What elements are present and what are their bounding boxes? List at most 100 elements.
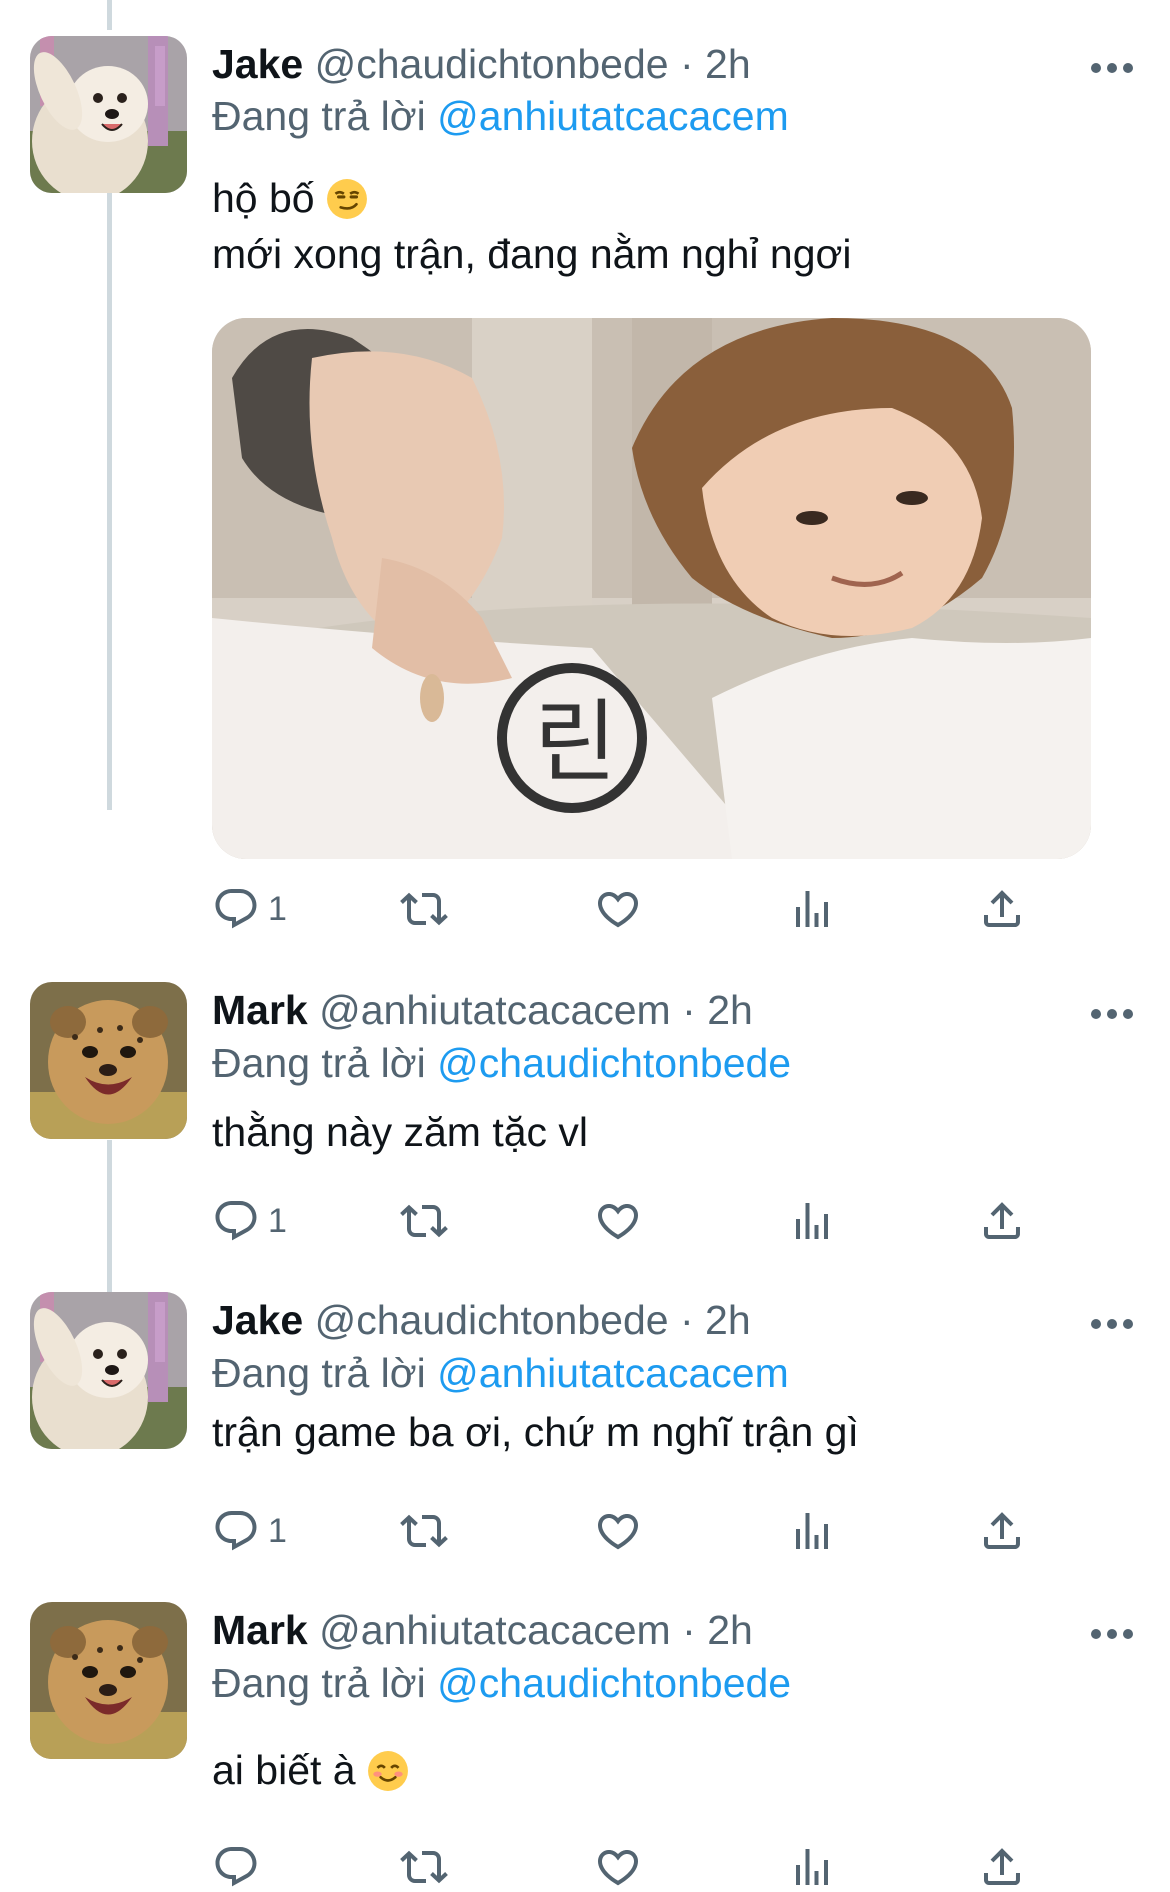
views-icon <box>788 1507 836 1555</box>
reply-target-link[interactable]: @chaudichtonbede <box>437 1040 791 1086</box>
views-icon <box>788 1843 836 1891</box>
shirt-print-text: 린 <box>534 690 617 795</box>
tweet-text: ai biết à <box>212 1742 409 1798</box>
timestamp[interactable]: 2h <box>707 1607 753 1653</box>
tweet-text: trận game ba ơi, chứ m nghĩ trận gì <box>212 1404 859 1460</box>
reply-button[interactable]: 1 <box>212 1506 287 1556</box>
tweet-header: Mark @anhiutatcacacem · 2h <box>212 984 753 1036</box>
share-button[interactable] <box>978 1506 1026 1556</box>
handle[interactable]: @chaudichtonbede <box>315 1297 669 1343</box>
reply-icon <box>212 1197 260 1245</box>
reply-prefix: Đang trả lời <box>212 1040 426 1086</box>
tweet-text-line: trận game ba ơi, chứ m nghĩ trận gì <box>212 1409 859 1455</box>
smiling-face-emoji-icon <box>367 1750 409 1792</box>
reply-prefix: Đang trả lời <box>212 93 426 139</box>
share-button[interactable] <box>978 884 1026 934</box>
reply-target-link[interactable]: @chaudichtonbede <box>437 1660 791 1706</box>
photo-two-people-resting: 린 <box>212 318 1091 859</box>
reply-count: 1 <box>268 1201 287 1240</box>
samoyed-dog-avatar <box>30 36 187 193</box>
timestamp[interactable]: 2h <box>705 41 751 87</box>
views-button[interactable] <box>788 1196 836 1246</box>
reply-icon <box>212 885 260 933</box>
action-bar: 1 <box>212 1196 1042 1246</box>
separator: · <box>682 1607 696 1653</box>
avatar[interactable] <box>30 1292 187 1449</box>
tweet[interactable]: Mark @anhiutatcacacem · 2h Đang trả lời … <box>0 1580 1170 1890</box>
like-icon <box>594 1197 642 1245</box>
cheetah-cub-avatar <box>30 1602 187 1759</box>
display-name[interactable]: Mark <box>212 1607 308 1653</box>
reply-count: 1 <box>268 889 287 928</box>
reply-context: Đang trả lời @anhiutatcacacem <box>212 1347 789 1399</box>
reply-context: Đang trả lời @chaudichtonbede <box>212 1657 791 1709</box>
reply-button[interactable] <box>212 1842 268 1892</box>
display-name[interactable]: Jake <box>212 1297 303 1343</box>
tweet-header: Jake @chaudichtonbede · 2h <box>212 38 751 90</box>
timestamp[interactable]: 2h <box>705 1297 751 1343</box>
retweet-button[interactable] <box>400 884 448 934</box>
reply-icon <box>212 1843 260 1891</box>
reply-target-link[interactable]: @anhiutatcacacem <box>437 93 789 139</box>
like-button[interactable] <box>594 1196 642 1246</box>
like-icon <box>594 1507 642 1555</box>
avatar[interactable] <box>30 1602 187 1759</box>
share-icon <box>978 885 1026 933</box>
handle[interactable]: @chaudichtonbede <box>315 41 669 87</box>
action-bar: 1 <box>212 884 1042 934</box>
retweet-button[interactable] <box>400 1196 448 1246</box>
tweet-text-line: mới xong trận, đang nằm nghỉ ngơi <box>212 231 852 277</box>
retweet-icon <box>400 1507 448 1555</box>
share-button[interactable] <box>978 1196 1026 1246</box>
more-options-icon[interactable] <box>1090 1314 1134 1334</box>
share-icon <box>978 1197 1026 1245</box>
retweet-icon <box>400 885 448 933</box>
share-icon <box>978 1507 1026 1555</box>
reply-prefix: Đang trả lời <box>212 1350 426 1396</box>
tweet-header: Mark @anhiutatcacacem · 2h <box>212 1604 753 1656</box>
tweet[interactable]: Jake @chaudichtonbede · 2h Đang trả lời … <box>0 1270 1170 1580</box>
like-button[interactable] <box>594 1842 642 1892</box>
separator: · <box>682 987 696 1033</box>
views-button[interactable] <box>788 884 836 934</box>
avatar[interactable] <box>30 982 187 1139</box>
retweet-button[interactable] <box>400 1842 448 1892</box>
reply-context: Đang trả lời @chaudichtonbede <box>212 1037 791 1089</box>
tweet-text-line: hộ bố <box>212 175 315 221</box>
more-options-icon[interactable] <box>1090 1004 1134 1024</box>
action-bar: 1 <box>212 1506 1042 1556</box>
smirking-face-emoji-icon <box>326 178 368 220</box>
handle[interactable]: @anhiutatcacacem <box>319 1607 671 1653</box>
display-name[interactable]: Mark <box>212 987 308 1033</box>
cheetah-cub-avatar <box>30 982 187 1139</box>
more-options-icon[interactable] <box>1090 1624 1134 1644</box>
reply-icon <box>212 1507 260 1555</box>
like-icon <box>594 1843 642 1891</box>
views-button[interactable] <box>788 1506 836 1556</box>
tweet-header: Jake @chaudichtonbede · 2h <box>212 1294 751 1346</box>
action-bar <box>212 1842 1042 1892</box>
views-button[interactable] <box>788 1842 836 1892</box>
tweet[interactable]: Jake @chaudichtonbede · 2h Đang trả lời … <box>0 0 1170 960</box>
share-button[interactable] <box>978 1842 1026 1892</box>
tweet[interactable]: Mark @anhiutatcacacem · 2h Đang trả lời … <box>0 960 1170 1270</box>
tweet-text: thằng này zăm tặc vl <box>212 1104 588 1160</box>
like-button[interactable] <box>594 1506 642 1556</box>
views-icon <box>788 1197 836 1245</box>
display-name[interactable]: Jake <box>212 41 303 87</box>
handle[interactable]: @anhiutatcacacem <box>319 987 671 1033</box>
reply-button[interactable]: 1 <box>212 1196 287 1246</box>
separator: · <box>679 41 694 87</box>
more-options-icon[interactable] <box>1090 58 1134 78</box>
tweet-media-image[interactable]: 린 <box>212 318 1091 859</box>
reply-context: Đang trả lời @anhiutatcacacem <box>212 90 789 142</box>
reply-button[interactable]: 1 <box>212 884 287 934</box>
avatar[interactable] <box>30 36 187 193</box>
retweet-icon <box>400 1843 448 1891</box>
retweet-button[interactable] <box>400 1506 448 1556</box>
timestamp[interactable]: 2h <box>707 987 753 1033</box>
reply-count: 1 <box>268 1511 287 1550</box>
reply-target-link[interactable]: @anhiutatcacacem <box>437 1350 789 1396</box>
share-icon <box>978 1843 1026 1891</box>
like-button[interactable] <box>594 884 642 934</box>
